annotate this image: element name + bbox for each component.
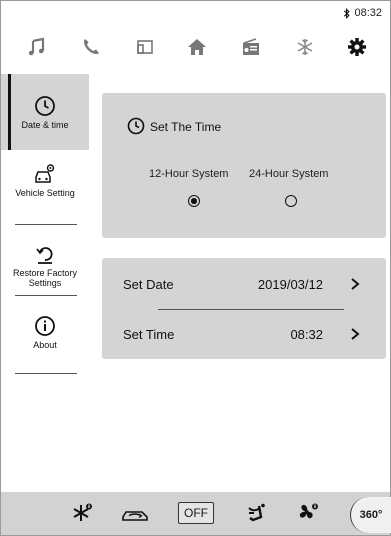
top-nav — [1, 25, 390, 69]
label-360: 360° — [359, 509, 383, 521]
gear-icon — [348, 38, 366, 56]
off-label: OFF — [178, 502, 214, 524]
option-12-hour-label: 12-Hour System — [149, 168, 229, 180]
home-icon — [188, 39, 206, 55]
nav-home[interactable] — [175, 25, 219, 69]
active-indicator — [8, 74, 11, 150]
fan-speed-button[interactable]: 8 — [295, 501, 321, 525]
set-time-label: Set Time — [123, 327, 175, 342]
sidebar-divider — [15, 373, 77, 374]
car-settings-icon — [35, 164, 55, 183]
set-date-label: Set Date — [123, 277, 174, 292]
snowflake-icon — [297, 39, 313, 55]
sidebar-item-label: Date & time — [21, 119, 69, 130]
clock-icon — [35, 95, 55, 116]
fan-icon: 8 — [299, 503, 318, 519]
ac-button[interactable]: 8 — [69, 501, 95, 525]
chevron-right-icon — [351, 328, 360, 340]
restore-icon — [36, 247, 53, 264]
climate-off-button[interactable]: OFF — [178, 501, 214, 525]
snowflake-icon: 8 — [73, 503, 92, 521]
set-time-value: 08:32 — [290, 327, 323, 342]
sidebar-item-restore-factory-settings[interactable]: Restore Factory Settings — [1, 243, 89, 288]
sidebar-item-date-time[interactable]: Date & time — [1, 74, 89, 150]
nav-screen-mirror[interactable] — [123, 25, 167, 69]
sidebar-divider — [15, 295, 77, 296]
set-date-value: 2019/03/12 — [257, 277, 323, 292]
card-title: Set The Time — [150, 120, 222, 134]
option-24-hour-label: 24-Hour System — [249, 168, 329, 180]
car-recirculation-icon — [122, 511, 148, 521]
chevron-right-icon — [351, 278, 360, 290]
date-time-card: Set Date 2019/03/12 Set Time 08:32 — [102, 258, 386, 359]
status-bar: 08:32 — [343, 7, 382, 19]
bluetooth-icon — [344, 7, 351, 19]
sidebar-divider — [15, 224, 77, 225]
screen-mirror-icon — [137, 40, 153, 54]
time-system-card: Set The Time 12-Hour System 24-Hour Syst… — [102, 93, 386, 238]
nav-settings[interactable] — [335, 25, 379, 69]
seat-airflow-icon — [248, 503, 265, 522]
clock-icon — [127, 117, 145, 135]
sidebar-item-label: Vehicle Setting — [15, 188, 75, 198]
svg-text:8: 8 — [88, 504, 91, 510]
nav-climate[interactable] — [283, 25, 327, 69]
recirculation-button[interactable] — [119, 501, 155, 525]
sidebar-item-vehicle-setting[interactable]: Vehicle Setting — [1, 163, 89, 198]
set-time-row[interactable]: Set Time 08:32 — [102, 310, 386, 358]
camera-360-button[interactable]: 360° — [350, 497, 391, 533]
radio-12-hour[interactable] — [188, 195, 200, 207]
set-date-row[interactable]: Set Date 2019/03/12 — [102, 260, 386, 308]
sidebar-item-about[interactable]: About — [1, 315, 89, 350]
screen-frame: 08:32 Date & time Vehicle Setting Restor… — [0, 0, 391, 536]
music-note-icon — [28, 37, 45, 56]
radio-icon — [243, 38, 259, 55]
nav-radio[interactable] — [229, 25, 273, 69]
bottom-climate-bar: 8 OFF 8 360° — [1, 492, 391, 535]
svg-text:8: 8 — [314, 504, 317, 510]
phone-icon — [84, 39, 99, 54]
airflow-mode-button[interactable] — [244, 501, 270, 525]
sidebar: Date & time Vehicle Setting Restore Fact… — [1, 71, 89, 391]
nav-phone[interactable] — [69, 25, 113, 69]
status-time: 08:32 — [354, 7, 382, 19]
nav-music[interactable] — [15, 25, 59, 69]
sidebar-item-label: Restore Factory Settings — [12, 268, 78, 288]
radio-24-hour[interactable] — [285, 195, 297, 207]
info-icon — [35, 316, 55, 336]
sidebar-item-label: About — [33, 340, 57, 350]
